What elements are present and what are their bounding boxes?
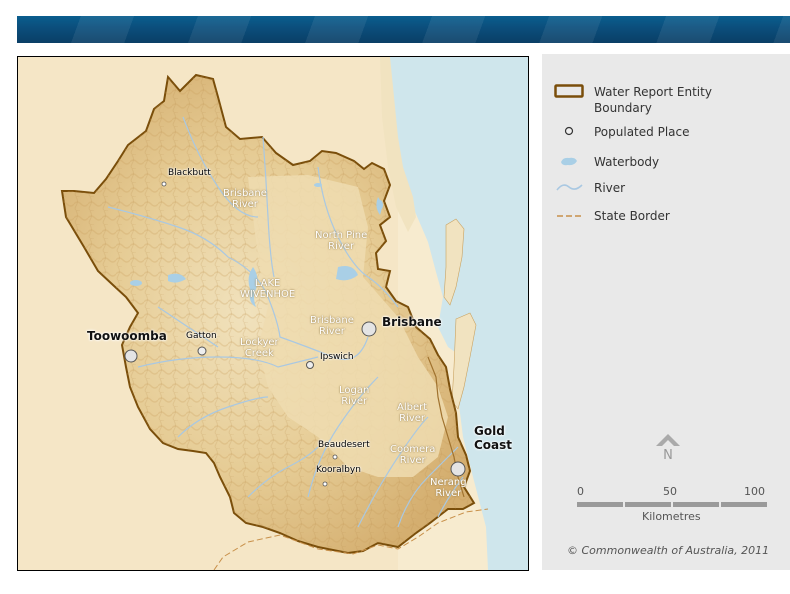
label-logan-river: Logan River — [339, 385, 370, 407]
legend-item-state-border: State Border — [554, 208, 670, 224]
marker-brisbane[interactable] — [361, 321, 377, 337]
map-frame[interactable]: Brisbane River North Pine River LAKE WIV… — [17, 56, 529, 571]
legend-label-populated-place: Populated Place — [594, 125, 690, 139]
label-brisbane: Brisbane — [382, 315, 442, 329]
legend-label-state-border: State Border — [594, 209, 670, 223]
marker-gold-coast[interactable] — [450, 461, 466, 477]
label-nerang-river: Nerang River — [430, 477, 467, 499]
scale-tick-50: 50 — [663, 485, 677, 498]
scale-bar-segment-2 — [625, 502, 671, 507]
legend-label-waterbody: Waterbody — [594, 155, 660, 169]
label-lake-wivenhoe: LAKE WIVENHOE — [240, 278, 296, 300]
legend-item-river: River — [554, 180, 625, 196]
legend-label-boundary: Water Report Entity Boundary — [594, 85, 712, 115]
state-border-icon — [554, 208, 584, 222]
marker-gatton[interactable] — [197, 346, 207, 356]
populated-place-icon — [554, 124, 584, 138]
scale-bar-segment-4 — [721, 502, 767, 507]
label-albert-river: Albert River — [397, 402, 428, 424]
north-letter: N — [663, 448, 673, 463]
label-brisbane-river-lower: Brisbane River — [310, 315, 354, 337]
marker-kooralbyn[interactable] — [322, 481, 328, 487]
north-arrow-icon — [656, 434, 680, 446]
label-toowoomba: Toowoomba — [87, 329, 167, 343]
label-kooralbyn: Kooralbyn — [316, 465, 361, 475]
label-coomera-river: Coomera River — [390, 444, 436, 466]
marker-toowoomba[interactable] — [124, 349, 138, 363]
legend-panel: Water Report Entity Boundary Populated P… — [542, 54, 790, 570]
label-brisbane-river-upper: Brisbane River — [223, 188, 267, 210]
scale-tick-100: 100 — [744, 485, 765, 498]
river-icon — [554, 180, 584, 194]
label-gatton: Gatton — [186, 331, 217, 341]
scale-bar-segment-3 — [673, 502, 719, 507]
boundary-rectangle-icon — [554, 84, 584, 98]
scale-bar-segment-1 — [577, 502, 623, 507]
label-lockyer-creek: Lockyer Creek — [240, 337, 279, 359]
banner-sheen — [17, 16, 790, 43]
marker-ipswich[interactable] — [306, 361, 314, 369]
waterbody-icon — [554, 154, 584, 168]
copyright-text: © Commonwealth of Australia, 2011 — [567, 544, 770, 557]
marker-beaudesert[interactable] — [332, 454, 338, 460]
label-blackbutt: Blackbutt — [168, 168, 211, 178]
scale-unit: Kilometres — [642, 510, 701, 523]
legend-label-river: River — [594, 181, 626, 195]
label-beaudesert: Beaudesert — [318, 440, 370, 450]
north-arrow: N — [654, 430, 682, 464]
label-north-pine-river: North Pine River — [315, 230, 368, 252]
legend-item-boundary: Water Report Entity Boundary — [554, 84, 712, 116]
legend-item-populated-place: Populated Place — [554, 124, 689, 140]
top-banner — [17, 16, 790, 43]
label-gold-coast: Gold Coast — [474, 424, 513, 452]
marker-blackbutt[interactable] — [161, 181, 167, 187]
scale-tick-0: 0 — [577, 485, 584, 498]
label-ipswich: Ipswich — [320, 352, 354, 362]
legend-item-waterbody: Waterbody — [554, 154, 659, 170]
